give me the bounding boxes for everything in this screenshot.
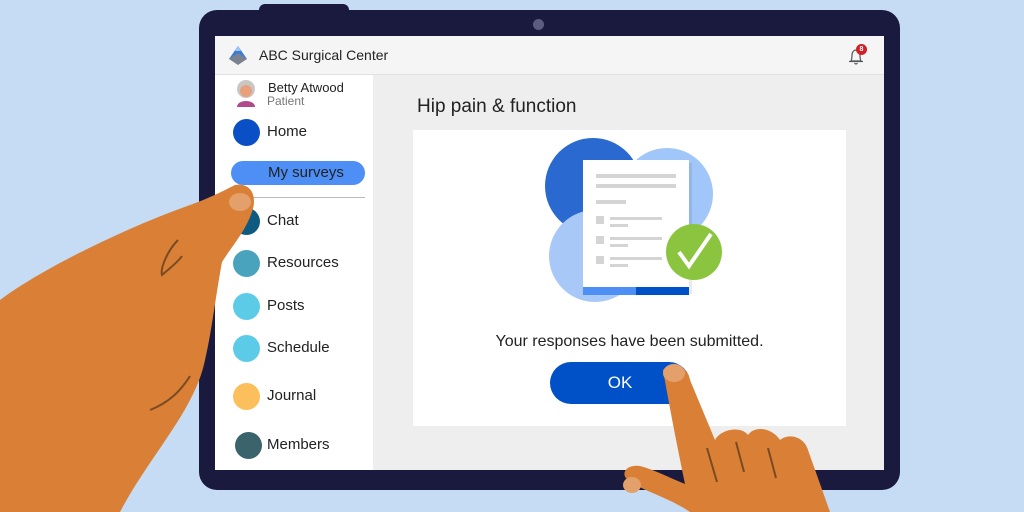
camera-icon (533, 19, 544, 30)
sidebar-item-label: Home (267, 123, 308, 140)
ok-button[interactable]: OK (550, 362, 690, 404)
user-name: Betty Atwood (268, 80, 344, 95)
chat-icon (233, 208, 260, 235)
sidebar-item-posts[interactable]: Posts (233, 291, 373, 321)
user-role: Patient (267, 94, 305, 108)
schedule-icon (233, 335, 260, 362)
resources-icon (233, 250, 260, 277)
sidebar-item-label: Resources (267, 254, 339, 271)
sidebar: Betty Atwood Patient Home My surveys Cha… (215, 75, 373, 470)
sidebar-divider (231, 197, 365, 198)
confirmation-card: Your responses have been submitted. OK (413, 130, 846, 426)
sidebar-item-label: Chat (267, 212, 299, 229)
confirmation-message: Your responses have been submitted. (495, 333, 764, 350)
triangle-logo-icon (229, 46, 247, 65)
sidebar-item-label: Members (267, 436, 330, 453)
survey-submitted-checkmark-icon (545, 138, 722, 302)
tablet-button (259, 4, 349, 18)
sidebar-item-label: My surveys (268, 164, 344, 181)
sidebar-item-resources[interactable]: Resources (233, 248, 373, 278)
sidebar-item-label: Journal (267, 387, 317, 404)
members-icon (235, 432, 262, 459)
journal-icon (233, 383, 260, 410)
sidebar-item-my-surveys[interactable]: My surveys (231, 161, 365, 185)
sidebar-item-journal[interactable]: Journal (233, 381, 373, 411)
top-bar: ABC Surgical Center 8 (215, 36, 884, 75)
app-title: ABC Surgical Center (259, 47, 389, 63)
app-screen: ABC Surgical Center 8 Betty Atwood Patie… (215, 36, 884, 470)
sidebar-item-label: Posts (267, 297, 305, 314)
sidebar-item-schedule[interactable]: Schedule (233, 333, 373, 363)
sidebar-item-label: Schedule (267, 339, 330, 356)
page-title: Hip pain & function (417, 96, 577, 117)
sidebar-item-members[interactable]: Members (233, 430, 373, 460)
posts-icon (233, 293, 260, 320)
sidebar-item-chat[interactable]: Chat (233, 206, 373, 236)
sidebar-item-home[interactable]: Home (233, 117, 373, 147)
notification-badge: 8 (856, 44, 867, 55)
home-icon (233, 119, 260, 146)
avatar (237, 80, 255, 107)
